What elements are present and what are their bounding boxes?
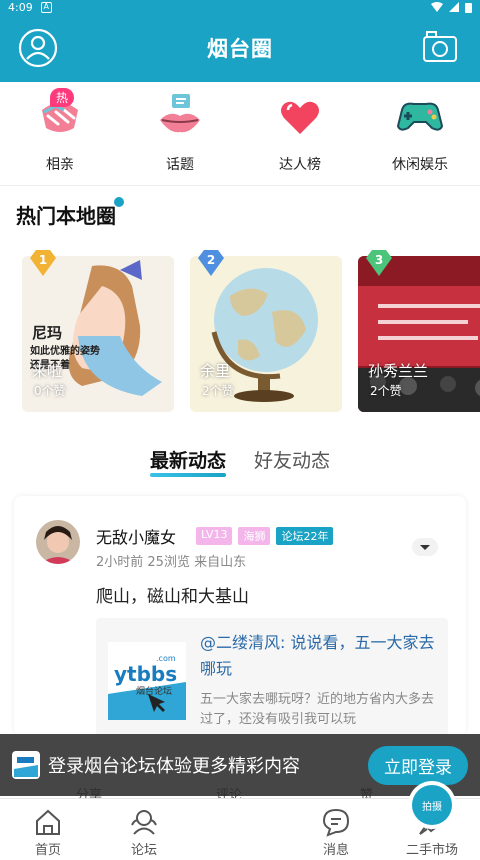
circle-card[interactable]: 余里 2个赞 [190,256,342,412]
more-menu-button[interactable] [412,538,438,556]
quick-label: 达人榜 [279,157,321,173]
quick-label: 相亲 [46,157,74,173]
message-icon [322,808,350,837]
quick-menu: 热 相亲 话题 达人榜 休闲娱乐 [0,82,480,186]
quick-item-leisure[interactable]: 休闲娱乐 [360,82,480,185]
tab-latest[interactable]: 最新动态 [149,446,227,477]
feed-tabs: 最新动态 好友动态 [0,446,480,477]
ytbbs-logo: ytbbs .com 烟台论坛 [108,642,186,720]
home-icon [36,809,60,835]
card-image-text: 如此优雅的姿势 [30,346,100,357]
post-username[interactable]: 无敌小魔女 [96,524,176,548]
section-dot [114,197,124,207]
tab-friends[interactable]: 好友动态 [254,446,330,473]
rank-badge: 2 [196,250,226,278]
battery-icon [465,2,472,13]
status-bar: 4:09 A [0,0,480,14]
card-likes: 2个赞 [202,384,234,398]
rank-badge: 3 [364,250,394,278]
rank-badge: 1 [28,250,58,278]
card-likes: 0个赞 [34,384,66,398]
quick-item-ranking[interactable]: 达人榜 [240,82,360,185]
ytbbs-small-logo-icon [14,757,38,777]
camera-icon[interactable] [422,29,458,65]
status-icons [431,2,472,13]
logo-text: ytbbs [114,662,178,686]
app-header: 烟台圈 [0,14,480,82]
post-card[interactable]: 无敌小魔女 LV13 海狮 论坛22年 2小时前 25浏览 来自山东 爬山，磁山… [14,496,466,736]
app-logo-icon [12,751,40,779]
rank-number: 2 [206,253,216,267]
quick-label: 话题 [166,157,194,173]
forum-icon [131,810,157,835]
capture-button[interactable]: 拍摄 [412,785,452,825]
bottom-nav: 首页 论坛 拍摄 消息 二手市场 [0,785,480,860]
gamepad-icon [396,102,444,131]
card-name: 孙秀兰兰 [368,362,429,380]
hot-circles-carousel[interactable]: 尼玛 如此优雅的姿势 还是不着 来啦 0个赞 1 余里 2个赞 2 孙秀兰兰 2… [22,250,480,416]
hot-tag: 热 [50,88,75,107]
post-meta: 2小时前 25浏览 来自山东 [96,555,247,570]
quick-label: 休闲娱乐 [392,157,448,173]
card-image-text: 尼玛 [32,324,63,342]
quick-item-dating[interactable]: 热 相亲 [0,82,120,185]
shared-title[interactable]: @二缕清风: 说说看，五一大家去哪玩 [200,630,436,682]
card-name: 余里 [200,362,231,380]
level-badge: LV13 [196,527,233,545]
section-title: 热门本地圈 [16,204,116,228]
nav-label: 消息 [322,843,349,858]
chevron-down-icon [420,545,430,550]
nav-messages[interactable]: 消息 [288,799,384,860]
circle-card[interactable]: 孙秀兰兰 2个赞 [358,256,480,412]
shared-thread-card[interactable]: ytbbs .com 烟台论坛 @二缕清风: 说说看，五一大家去哪玩 五一大家去… [96,618,448,736]
shared-desc: 五一大家去哪玩呀？近的地方省内大多去过了，还没有吸引我可以玩 [200,692,435,727]
nav-home[interactable]: 首页 [0,799,96,860]
nav-label: 二手市场 [405,843,458,858]
status-time: 4:09 [8,0,33,14]
logo-domain: .com [156,654,176,663]
heart-icon [281,101,319,134]
age-badge: 论坛22年 [276,527,334,545]
user-photo [36,520,80,564]
nav-label: 首页 [34,843,61,858]
login-button[interactable]: 立即登录 [368,745,468,785]
quick-item-topic[interactable]: 话题 [120,82,240,185]
notification-a-icon: A [40,1,52,13]
login-banner: 登录烟台论坛体验更多精彩内容 立即登录 [0,734,480,796]
post-text: 爬山，磁山和大基山 [96,587,249,607]
card-name: 来啦 [32,362,63,380]
card-likes: 2个赞 [370,384,402,398]
rank-number: 1 [38,253,48,267]
login-prompt: 登录烟台论坛体验更多精彩内容 [48,756,300,777]
nav-label: 论坛 [130,843,157,858]
avatar[interactable] [36,520,80,564]
nav-capture[interactable]: 拍摄 [192,785,452,860]
rank-number: 3 [374,253,384,267]
signal-icon [449,2,459,12]
logo-subtitle: 烟台论坛 [136,687,173,697]
lips-chat-icon [160,94,200,133]
nav-forum[interactable]: 论坛 [96,799,192,860]
wifi-icon [431,2,443,12]
page-title: 烟台圈 [207,37,273,61]
user-tags: LV13 海狮 论坛22年 [196,527,334,545]
circle-card[interactable]: 尼玛 如此优雅的姿势 还是不着 来啦 0个赞 [22,256,174,412]
title-badge: 海狮 [238,527,271,545]
top-bar: 4:09 A 烟台圈 [0,0,480,82]
user-avatar-icon[interactable] [18,28,58,68]
